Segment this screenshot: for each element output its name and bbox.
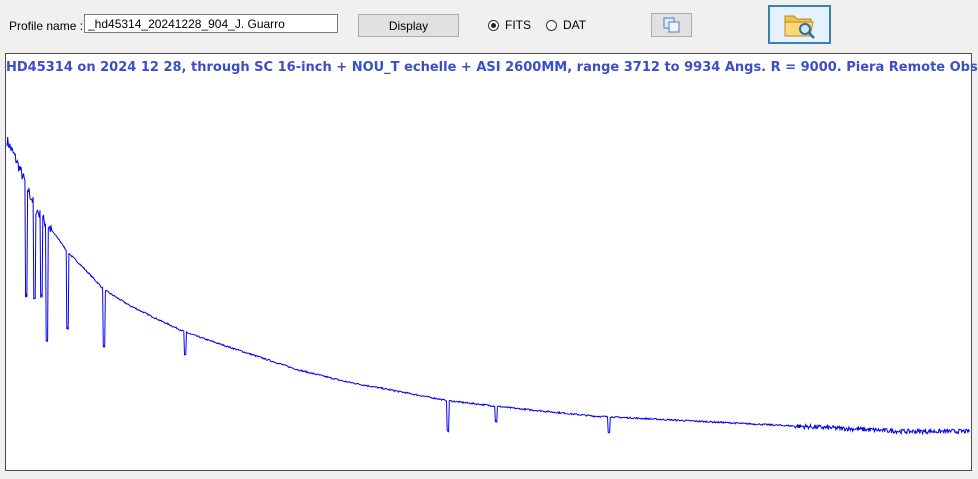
toolbar: Profile name : Display FITS DAT bbox=[0, 0, 978, 50]
spectrum-svg bbox=[6, 137, 970, 436]
fits-radio-dot[interactable] bbox=[488, 19, 499, 31]
copy-icon bbox=[663, 17, 679, 33]
dat-radio-label: DAT bbox=[563, 18, 587, 32]
dat-radio-dot[interactable] bbox=[546, 19, 557, 31]
plot-title: HD45314 on 2024 12 28, through SC 16-inc… bbox=[6, 60, 978, 75]
display-button[interactable]: Display bbox=[358, 14, 459, 37]
open-file-button[interactable] bbox=[768, 5, 831, 44]
folder-search-icon bbox=[784, 15, 815, 39]
profile-name-input[interactable] bbox=[84, 14, 338, 33]
copy-button[interactable] bbox=[651, 13, 692, 37]
dat-radio[interactable]: DAT bbox=[546, 18, 586, 32]
spectrum-line bbox=[6, 137, 970, 436]
fits-radio[interactable]: FITS bbox=[488, 18, 531, 32]
fits-radio-label: FITS bbox=[505, 18, 531, 32]
profile-name-label: Profile name : bbox=[9, 19, 84, 33]
spectrum-plot: HD45314 on 2024 12 28, through SC 16-inc… bbox=[5, 53, 978, 471]
